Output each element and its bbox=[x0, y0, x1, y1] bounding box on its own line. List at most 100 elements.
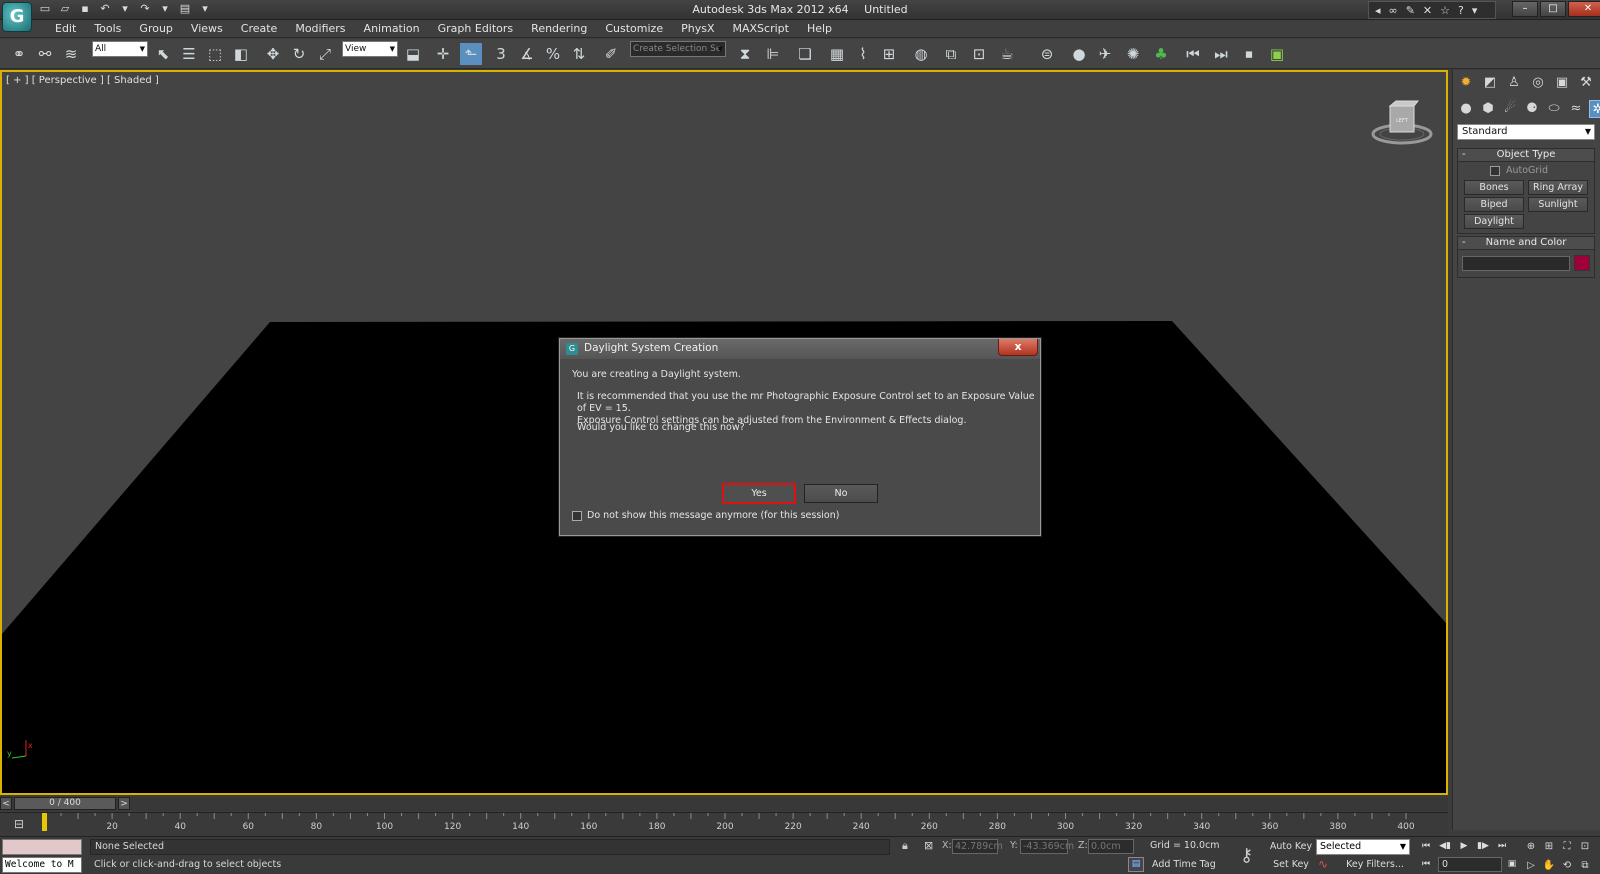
maximize-viewport-icon[interactable]: ⧉ bbox=[1576, 858, 1594, 874]
subscription-icon[interactable]: ✕ bbox=[1423, 4, 1432, 17]
go-to-end-icon[interactable]: ⏭ bbox=[1494, 839, 1510, 854]
render-production-icon[interactable]: ☕ bbox=[996, 43, 1018, 65]
menu-views[interactable]: Views bbox=[182, 22, 232, 36]
modify-tab-icon[interactable]: ◩ bbox=[1481, 74, 1499, 92]
previous-frame-icon[interactable]: ◀▮ bbox=[1437, 839, 1453, 854]
motion-tab-icon[interactable]: ◎ bbox=[1529, 74, 1547, 92]
zoom-extents-icon[interactable]: ⛶ bbox=[1558, 839, 1576, 855]
key-filters-button[interactable]: Key Filters... bbox=[1338, 857, 1412, 873]
time-slider-prev-button[interactable]: < bbox=[0, 797, 12, 810]
favorites-star-icon[interactable]: ☆ bbox=[1440, 4, 1450, 17]
object-category-dropdown[interactable]: Standard bbox=[1457, 124, 1595, 140]
bind-space-warp-icon[interactable]: ≋ bbox=[60, 43, 82, 65]
select-and-manipulate-icon[interactable]: ✛ bbox=[432, 43, 454, 65]
select-and-rotate-icon[interactable]: ↻ bbox=[288, 43, 310, 65]
light-icon[interactable]: ✈ bbox=[1094, 43, 1116, 65]
viewcube[interactable]: LEFT bbox=[1370, 100, 1434, 150]
graphite-ribbon-icon[interactable]: ▦ bbox=[826, 43, 848, 65]
wrench-icon[interactable]: ✎ bbox=[1406, 4, 1415, 17]
render-frame-icon[interactable]: ▣ bbox=[1266, 43, 1288, 65]
particle-icon[interactable]: ✺ bbox=[1122, 43, 1144, 65]
bones-button[interactable]: Bones bbox=[1464, 180, 1524, 195]
select-object-icon[interactable]: ⬉ bbox=[152, 43, 174, 65]
do-not-show-checkbox[interactable] bbox=[572, 511, 582, 521]
field-of-view-icon[interactable]: ▷ bbox=[1522, 858, 1540, 874]
current-frame-field[interactable]: 0 bbox=[1438, 857, 1502, 872]
track-bar[interactable]: ⊟ 20 40 60 80 100 120 140 160 180 200 220 240 260 280… bbox=[0, 812, 1448, 836]
menu-group[interactable]: Group bbox=[130, 22, 182, 36]
menu-tools[interactable]: Tools bbox=[85, 22, 130, 36]
utilities-tab-icon[interactable]: ⚒ bbox=[1577, 74, 1595, 92]
close-window-button[interactable]: ✕ bbox=[1568, 1, 1600, 17]
helpers-icon[interactable]: ⬭ bbox=[1545, 100, 1563, 118]
orbit-icon[interactable]: ⟲ bbox=[1558, 858, 1576, 874]
render-setup-icon[interactable]: ⧉ bbox=[940, 43, 962, 65]
time-slider-thumb[interactable]: 0 / 400 bbox=[14, 797, 116, 810]
menu-modifiers[interactable]: Modifiers bbox=[286, 22, 354, 36]
ring-array-button[interactable]: Ring Array bbox=[1528, 180, 1588, 195]
hierarchy-tab-icon[interactable]: ♙ bbox=[1505, 74, 1523, 92]
frame-start-icon[interactable]: ⏮ bbox=[1182, 43, 1204, 65]
name-and-color-rollout-header[interactable]: - Name and Color bbox=[1457, 236, 1595, 250]
geometry-icon[interactable]: ● bbox=[1457, 100, 1475, 118]
biped-button[interactable]: Biped bbox=[1464, 197, 1524, 212]
menu-help[interactable]: Help bbox=[798, 22, 841, 36]
viewcube-top[interactable] bbox=[1388, 100, 1420, 107]
autogrid-checkbox[interactable] bbox=[1490, 166, 1500, 176]
snap-toggle-icon[interactable]: 3 bbox=[490, 43, 512, 65]
selection-lock-icon[interactable]: 🔒︎ bbox=[902, 839, 908, 853]
menu-rendering[interactable]: Rendering bbox=[522, 22, 596, 36]
selection-filter-dropdown[interactable]: All bbox=[92, 41, 148, 57]
scene-explorer-icon[interactable]: ⊜ bbox=[1036, 43, 1058, 65]
time-slider[interactable]: < 0 / 400 > bbox=[0, 797, 1448, 811]
named-selection-sets-dropdown[interactable]: Create Selection Se bbox=[630, 41, 726, 57]
go-to-start-icon[interactable]: ⏮ bbox=[1418, 839, 1434, 854]
create-tab-icon[interactable]: ✹ bbox=[1457, 74, 1475, 92]
edit-named-selection-icon[interactable]: ✐ bbox=[600, 43, 622, 65]
zoom-extents-all-icon[interactable]: ⊡ bbox=[1576, 839, 1594, 855]
shapes-icon[interactable]: ⬢ bbox=[1479, 100, 1497, 118]
keyboard-shortcut-override-icon[interactable]: ⬑ bbox=[460, 43, 482, 65]
angle-snap-icon[interactable]: ∡ bbox=[516, 43, 538, 65]
window-crossing-icon[interactable]: ◧ bbox=[230, 43, 252, 65]
set-keys-key-icon[interactable]: ⚷ bbox=[1240, 845, 1253, 866]
menu-maxscript[interactable]: MAXScript bbox=[723, 22, 797, 36]
dialog-close-button[interactable]: x bbox=[998, 339, 1038, 356]
help-icon[interactable]: ? bbox=[1458, 4, 1464, 17]
schematic-view-icon[interactable]: ⊞ bbox=[878, 43, 900, 65]
maxscript-listener-output[interactable]: Welcome to M bbox=[2, 857, 82, 873]
select-by-name-icon[interactable]: ☰ bbox=[178, 43, 200, 65]
percent-snap-icon[interactable]: % bbox=[542, 43, 564, 65]
zoom-all-icon[interactable]: ⊞ bbox=[1540, 839, 1558, 855]
select-and-link-icon[interactable]: ⚭ bbox=[8, 43, 30, 65]
frame-end-icon[interactable]: ⏹ bbox=[1238, 43, 1260, 65]
space-warps-icon[interactable]: ≈ bbox=[1567, 100, 1585, 118]
auto-key-button[interactable]: Auto Key bbox=[1268, 839, 1314, 855]
menu-customize[interactable]: Customize bbox=[596, 22, 672, 36]
app-logo-button[interactable]: G bbox=[2, 2, 32, 32]
sunlight-button[interactable]: Sunlight bbox=[1528, 197, 1588, 212]
curve-editor-icon[interactable]: ⌇ bbox=[852, 43, 874, 65]
expand-icon[interactable]: ◂ bbox=[1375, 4, 1381, 17]
menu-graph-editors[interactable]: Graph Editors bbox=[429, 22, 523, 36]
menu-edit[interactable]: Edit bbox=[46, 22, 85, 36]
lights-icon[interactable]: ☄ bbox=[1501, 100, 1519, 118]
set-key-button[interactable]: Set Key bbox=[1268, 857, 1314, 873]
viewport-label[interactable]: [ + ] [ Perspective ] [ Shaded ] bbox=[6, 75, 159, 86]
object-name-field[interactable] bbox=[1462, 256, 1570, 271]
pan-view-icon[interactable]: ✋ bbox=[1540, 858, 1558, 874]
key-mode-dropdown[interactable]: Selected bbox=[1316, 839, 1410, 855]
rendered-frame-window-icon[interactable]: ⊡ bbox=[968, 43, 990, 65]
systems-icon[interactable]: ✲ bbox=[1589, 100, 1600, 118]
layer-manager-icon[interactable]: ❏ bbox=[794, 43, 816, 65]
do-not-show-label[interactable]: Do not show this message anymore (for th… bbox=[587, 510, 839, 521]
y-coord-field[interactable]: -43.369cm bbox=[1020, 839, 1074, 854]
menu-physx[interactable]: PhysX bbox=[672, 22, 723, 36]
no-button[interactable]: No bbox=[804, 484, 878, 503]
reference-coordinate-dropdown[interactable]: View bbox=[342, 41, 398, 57]
zoom-icon[interactable]: ⊕ bbox=[1522, 839, 1540, 855]
maxscript-mini-listener[interactable] bbox=[2, 839, 82, 855]
absolute-mode-icon[interactable]: ⊠ bbox=[924, 839, 933, 852]
yes-button[interactable]: Yes bbox=[722, 483, 796, 504]
object-color-swatch[interactable] bbox=[1574, 255, 1590, 271]
